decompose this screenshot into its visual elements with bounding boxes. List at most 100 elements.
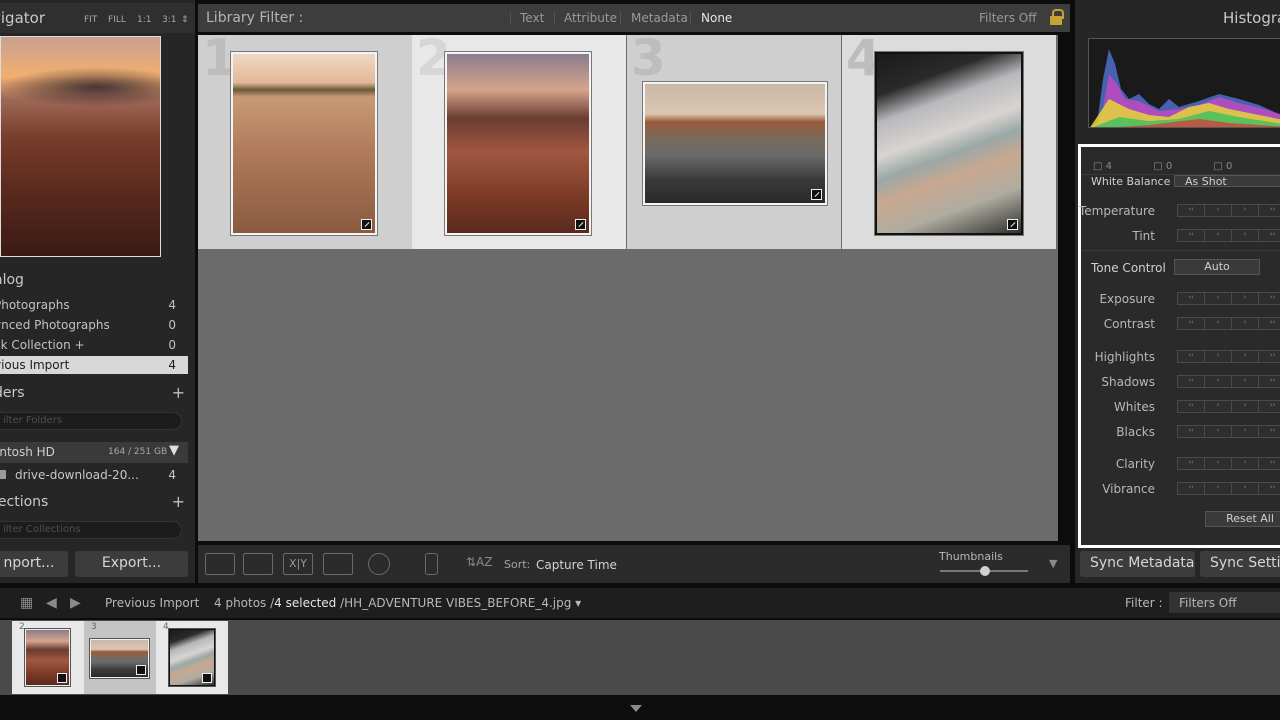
develop-badge-icon[interactable] (575, 219, 586, 230)
catalog-item-synced[interactable]: ynced Photographs 0 (0, 316, 188, 334)
bottom-edge (0, 695, 1280, 720)
zoom-3-1[interactable]: 3:1 (162, 15, 176, 25)
temperature-stepper[interactable]: ‹‹ ‹ › ›› (1177, 204, 1280, 217)
lock-icon[interactable] (1050, 9, 1064, 25)
count-flagged: 0 (1165, 161, 1173, 172)
whites-stepper[interactable]: ‹‹ ‹ › ›› (1177, 400, 1280, 413)
clarity-label: Clarity (1115, 457, 1155, 471)
drive-collapse-icon[interactable]: ▼ (169, 443, 179, 458)
filmstrip-cell[interactable]: 3 (84, 621, 156, 694)
toggle-filmstrip-icon[interactable] (630, 705, 642, 712)
catalog-item-quick-collection[interactable]: ck Collection + 0 (0, 336, 188, 354)
clarity-stepper[interactable]: ‹‹ ‹ › ›› (1177, 457, 1280, 470)
catalog-item-previous-import[interactable]: vious Import 4 (0, 356, 188, 374)
photo-thumbnail[interactable] (643, 82, 827, 205)
people-view-icon[interactable] (368, 553, 390, 575)
tint-stepper[interactable]: ‹‹ ‹ › ›› (1177, 229, 1280, 242)
filter-collections-input[interactable]: ilter Collections (0, 521, 182, 539)
grid-cell[interactable]: 3 (627, 33, 841, 249)
zoom-fit[interactable]: FIT (84, 15, 97, 25)
sync-metadata-button[interactable]: Sync Metadata (1080, 551, 1195, 577)
filters-off-dropdown[interactable]: Filters Off (979, 11, 1037, 25)
collections-title[interactable]: lections (0, 494, 48, 510)
grid-icon[interactable]: ▦ (20, 595, 33, 611)
library-filter-bar: Library Filter : Text Attribute Metadata… (198, 4, 1070, 32)
tone-control-label: Tone Control (1091, 261, 1166, 275)
whites-label: Whites (1113, 400, 1155, 414)
grid-cell[interactable]: 1 (198, 33, 412, 249)
filmstrip-filter-dropdown[interactable]: Filters Off (1169, 592, 1280, 613)
filter-attribute-tab[interactable]: Attribute (564, 11, 617, 25)
reset-all-button[interactable]: Reset All (1205, 511, 1280, 527)
catalog-item-count: 0 (168, 338, 176, 352)
auto-tone-button[interactable]: Auto (1174, 259, 1260, 275)
zoom-stepper-icon[interactable]: ⇕ (181, 15, 189, 25)
zoom-1-1[interactable]: 1:1 (137, 15, 151, 25)
painter-spray-icon[interactable] (425, 553, 438, 575)
filmstrip-thumbnail[interactable] (169, 629, 215, 686)
filmstrip-cell[interactable]: 4 (156, 621, 228, 694)
add-folder-icon[interactable]: + (172, 383, 185, 402)
navigator-header[interactable]: vigator FIT FILL 1:1 3:1 ⇕ (0, 3, 195, 33)
drive-row[interactable]: intosh HD 164 / 251 GB ▼ (0, 442, 188, 463)
chevron-down-icon[interactable]: ▾ (575, 596, 581, 610)
contrast-stepper[interactable]: ‹‹ ‹ › ›› (1177, 317, 1280, 330)
catalog-title[interactable]: alog (0, 272, 24, 288)
filmstrip-cell[interactable]: 2 (12, 621, 84, 694)
reject-count-icon: □ (1213, 161, 1227, 172)
sort-label: Sort: (504, 558, 531, 571)
grid-cell[interactable]: 2 (412, 33, 626, 249)
filter-text-tab[interactable]: Text (520, 11, 544, 25)
sort-dropdown[interactable]: Capture Time (536, 558, 617, 572)
photo-thumbnail[interactable] (231, 52, 377, 235)
back-arrow-icon[interactable]: ◀ (46, 595, 57, 611)
catalog-item-all-photographs[interactable]: Photographs 4 (0, 296, 188, 314)
survey-view-icon[interactable] (323, 553, 353, 575)
histogram (1088, 38, 1280, 128)
filter-folders-input[interactable]: ilter Folders (0, 412, 182, 430)
blacks-stepper[interactable]: ‹‹ ‹ › ›› (1177, 425, 1280, 438)
develop-badge-icon[interactable] (811, 189, 822, 200)
grid-view-icon[interactable] (205, 553, 235, 575)
quick-develop-counts: □ 4 □ 0 □ 0 (1093, 161, 1232, 172)
highlights-label: Highlights (1094, 350, 1155, 364)
highlights-stepper[interactable]: ‹‹ ‹ › ›› (1177, 350, 1280, 363)
add-collection-icon[interactable]: + (172, 492, 185, 511)
photo-thumbnail-selected[interactable] (875, 52, 1023, 235)
exposure-stepper[interactable]: ‹‹ ‹ › ›› (1177, 292, 1280, 305)
folders-title[interactable]: ders (0, 385, 25, 401)
develop-badge-icon[interactable] (361, 219, 372, 230)
compare-view-icon[interactable]: X|Y (283, 553, 313, 575)
folder-item[interactable]: drive-download-20... 4 (0, 466, 188, 484)
histogram-title[interactable]: Histogra (1223, 9, 1280, 27)
filmstrip-index: 4 (163, 622, 169, 632)
catalog-item-label: vious Import (0, 358, 70, 372)
slider-handle[interactable] (980, 566, 990, 576)
filter-none-tab[interactable]: None (701, 11, 732, 25)
filter-metadata-tab[interactable]: Metadata (631, 11, 688, 25)
histogram-graph (1090, 49, 1280, 127)
sync-settings-button[interactable]: Sync Setti (1200, 551, 1280, 577)
zoom-fill[interactable]: FILL (108, 15, 126, 25)
navigator-preview[interactable] (0, 36, 161, 257)
shadows-label: Shadows (1101, 375, 1155, 389)
export-button[interactable]: Export... (75, 551, 188, 577)
filmstrip-thumbnail[interactable] (90, 639, 149, 678)
count-rejected: 0 (1226, 161, 1233, 172)
filmstrip-thumbnail[interactable] (25, 629, 70, 686)
grid-cell[interactable]: 4 (842, 33, 1056, 249)
develop-badge-icon[interactable] (1007, 219, 1018, 230)
loupe-view-icon[interactable] (243, 553, 273, 575)
photo-thumbnail[interactable] (445, 52, 591, 235)
toolbar-menu-chevron-icon[interactable]: ▼ (1049, 557, 1057, 570)
white-balance-dropdown[interactable]: As Shot (1174, 175, 1280, 188)
forward-arrow-icon[interactable]: ▶ (70, 595, 81, 611)
filmstrip-filter-label: Filter : (1125, 596, 1163, 610)
sort-direction-icon[interactable]: ⇅AZ (466, 553, 494, 575)
import-button[interactable]: nport... (0, 551, 68, 577)
vibrance-stepper[interactable]: ‹‹ ‹ › ›› (1177, 482, 1280, 495)
filmstrip-count[interactable]: 4 photos /4 selected /HH_ADVENTURE VIBES… (214, 596, 581, 610)
divider (1081, 250, 1280, 251)
shadows-stepper[interactable]: ‹‹ ‹ › ›› (1177, 375, 1280, 388)
filmstrip-source[interactable]: Previous Import (105, 596, 199, 610)
